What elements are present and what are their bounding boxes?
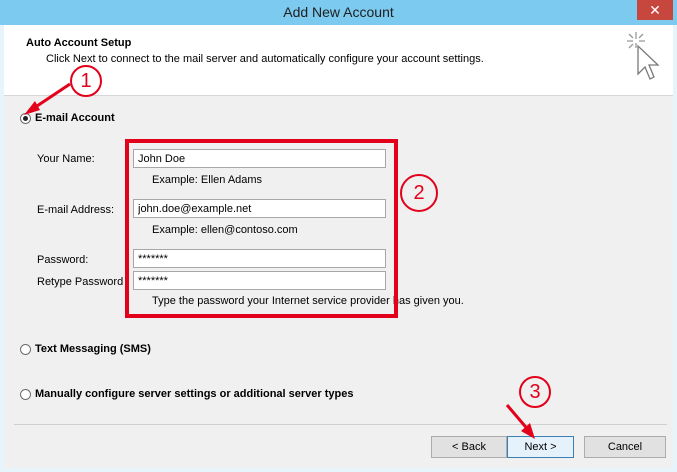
email-account-option[interactable]: E-mail Account [20, 112, 115, 124]
manual-config-label: Manually configure server settings or ad… [35, 388, 354, 400]
email-account-label: E-mail Account [35, 112, 115, 124]
sms-option[interactable]: Text Messaging (SMS) [20, 343, 151, 355]
manual-config-radio[interactable] [20, 388, 31, 400]
header-subtitle: Click Next to connect to the mail server… [46, 53, 484, 65]
annotation-circle-2: 2 [400, 174, 438, 212]
retype-password-label: Retype Password [37, 276, 124, 288]
password-label: Password: [37, 254, 89, 266]
sms-label: Text Messaging (SMS) [35, 343, 151, 355]
close-button[interactable]: ✕ [637, 0, 673, 20]
annotation-circle-3: 3 [519, 376, 551, 408]
annotation-box-2 [125, 139, 398, 318]
header-title: Auto Account Setup [26, 37, 132, 49]
annotation-circle-1: 1 [70, 65, 102, 97]
sms-radio[interactable] [20, 343, 31, 355]
title-bar: Add New Account ✕ [0, 0, 677, 25]
next-button[interactable]: Next > [507, 436, 574, 458]
cancel-button[interactable]: Cancel [584, 436, 666, 458]
email-address-label: E-mail Address: [37, 204, 115, 216]
back-button[interactable]: < Back [431, 436, 507, 458]
window-title: Add New Account [283, 4, 394, 20]
button-separator [14, 424, 667, 425]
manual-config-option[interactable]: Manually configure server settings or ad… [20, 388, 354, 400]
wizard-header: Auto Account Setup Click Next to connect… [4, 25, 673, 96]
your-name-label: Your Name: [37, 153, 95, 165]
email-account-radio[interactable] [20, 112, 31, 124]
wizard-cursor-icon [627, 32, 660, 80]
